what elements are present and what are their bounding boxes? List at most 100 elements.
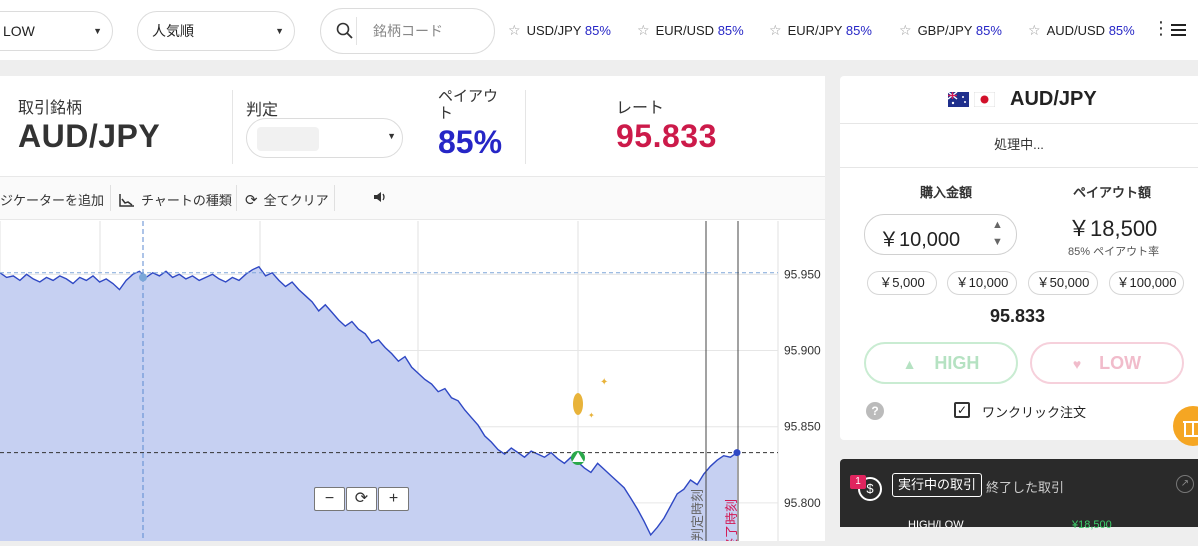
processing-status: 処理中...: [840, 124, 1198, 168]
pair-label: 取引銘柄: [18, 100, 83, 117]
payout-label: ペイアウト: [438, 88, 499, 122]
favorite-payout: 85%: [845, 23, 872, 38]
star-icon[interactable]: ☆: [637, 22, 650, 38]
low-label: LOW: [1099, 353, 1142, 373]
svg-text:✦: ✦: [600, 377, 608, 388]
divider: [232, 90, 233, 164]
selected-pair: AUD/JPY: [18, 118, 161, 154]
judge-time-select[interactable]: ▼: [246, 118, 403, 158]
preset-100000-button[interactable]: ￥100,000: [1109, 271, 1184, 295]
one-click-label: ワンクリック注文: [982, 405, 1087, 420]
y-axis: 95.950 95.900 95.850 95.800: [784, 267, 821, 510]
gift-icon[interactable]: [1173, 406, 1198, 446]
favorite-eurjpy[interactable]: ☆ EUR/JPY 85%: [769, 22, 872, 39]
favorite-pair: AUD/USD: [1046, 23, 1106, 38]
order-select[interactable]: 人気順 ▼: [137, 11, 295, 51]
trades-panel: $ 1 実行中の取引 終了した取引 ↗ HIGH/LOW ¥18,500: [840, 459, 1198, 531]
favorite-payout: 85%: [717, 23, 744, 38]
favorite-payout: 85%: [1108, 23, 1135, 38]
sort-select-value: LOW: [3, 23, 35, 39]
tab-active-trades[interactable]: 実行中の取引: [892, 473, 983, 497]
zoom-out-button[interactable]: −: [314, 487, 345, 511]
current-price-point: [733, 449, 741, 457]
favorite-pair: EUR/JPY: [787, 23, 843, 38]
search-box[interactable]: [320, 8, 495, 54]
high-button[interactable]: ▲ HIGH: [864, 342, 1018, 384]
sort-select[interactable]: LOW ▼: [0, 11, 113, 51]
trade-row-type: HIGH/LOW: [908, 519, 964, 531]
australia-flag-icon: [948, 92, 969, 107]
heart-icon: ♥: [1072, 356, 1082, 372]
star-icon[interactable]: ☆: [1028, 22, 1041, 38]
divider: [525, 90, 526, 164]
zoom-in-button[interactable]: +: [378, 487, 409, 511]
clear-all-button[interactable]: ⟳ 全てクリア: [245, 190, 329, 209]
y-tick-label: 95.850: [784, 420, 821, 434]
search-icon: [336, 22, 353, 39]
entry-marker: [571, 451, 585, 465]
chevron-down-icon: ▼: [387, 131, 396, 141]
favorite-pair: EUR/USD: [655, 23, 715, 38]
low-button[interactable]: ♥ LOW: [1030, 342, 1184, 384]
tab-closed-trades[interactable]: 終了した取引: [986, 477, 1064, 496]
payout-amount-label: ペイアウト額: [1073, 185, 1152, 200]
favorite-usdjpy[interactable]: ☆ USD/JPY 85%: [508, 22, 611, 39]
sound-toggle[interactable]: [373, 190, 389, 207]
star-icon[interactable]: ☆: [769, 22, 782, 38]
payout-rate: 85% ペイアウト率: [1068, 246, 1160, 258]
trade-row-amount: ¥18,500: [1072, 519, 1112, 531]
up-triangle-icon: ▲: [902, 356, 917, 372]
top-bar: LOW ▼ 人気順 ▼ ☆ USD/JPY 85% ☆ EUR/USD 85% ☆ E…: [0, 0, 1198, 60]
chevron-down-icon: ▼: [275, 26, 284, 36]
chart-type-icon: [119, 194, 134, 207]
judge-label: 判定: [246, 102, 279, 119]
y-tick-label: 95.900: [784, 344, 821, 358]
purchase-amount-value[interactable]: ￥10,000: [879, 223, 960, 252]
order-pair: AUD/JPY: [1010, 88, 1097, 110]
favorite-gbpjpy[interactable]: ☆ GBP/JPY 85%: [899, 22, 1002, 39]
more-vertical-icon[interactable]: ⋮: [1152, 18, 1170, 39]
add-indicator-label: ジケーターを追加: [0, 193, 105, 208]
purchase-amount-label: 購入金額: [920, 185, 973, 200]
favorite-payout: 85%: [584, 23, 611, 38]
favorite-audusd[interactable]: ☆ AUD/USD 85%: [1028, 22, 1135, 39]
payout-amount-value: ￥18,500: [1068, 216, 1158, 241]
favorite-pair: USD/JPY: [526, 23, 582, 38]
preset-50000-button[interactable]: ￥50,000: [1028, 271, 1098, 295]
chart-type-label: チャートの種類: [141, 193, 232, 208]
preset-5000-button[interactable]: ￥5,000: [867, 271, 937, 295]
decrease-arrow-icon[interactable]: ▼: [992, 236, 1003, 248]
current-rate: 95.833: [616, 118, 717, 154]
y-tick-label: 95.950: [784, 267, 821, 281]
add-indicator-button[interactable]: ジケーターを追加: [0, 190, 104, 209]
price-chart[interactable]: 95.950 95.900 95.850 95.800 ✦ ✦ 判定時刻 終了時刻: [0, 221, 825, 546]
divider: [110, 185, 111, 211]
search-input[interactable]: [373, 19, 483, 43]
star-icon[interactable]: ☆: [899, 22, 912, 38]
favorite-eurusd[interactable]: ☆ EUR/USD 85%: [637, 22, 744, 39]
chevron-down-icon: ▼: [93, 26, 102, 36]
preset-10000-button[interactable]: ￥10,000: [947, 271, 1017, 295]
payout-value: 85%: [438, 124, 503, 160]
favorite-payout: 85%: [975, 23, 1002, 38]
deadline-label: 判定時刻: [690, 489, 705, 541]
svg-text:✦: ✦: [588, 411, 595, 420]
chart-panel: 取引銘柄 AUD/JPY 判定 ▼ ペイアウト 85% レート 95.833 ジ…: [0, 76, 825, 546]
japan-flag-icon: [974, 92, 995, 107]
hamburger-menu-icon[interactable]: [1171, 24, 1186, 36]
star-icon[interactable]: ☆: [508, 22, 521, 38]
increase-arrow-icon[interactable]: ▲: [992, 219, 1003, 231]
zoom-reset-button[interactable]: ⟳: [346, 487, 377, 511]
active-trades-badge: 1: [850, 475, 866, 489]
order-select-value: 人気順: [152, 23, 194, 39]
search-divider: [356, 17, 357, 45]
favorite-pair: GBP/JPY: [917, 23, 973, 38]
y-tick-label: 95.800: [784, 496, 821, 510]
chart-type-button[interactable]: チャートの種類: [119, 190, 232, 209]
price-chart-svg[interactable]: 95.950 95.900 95.850 95.800 ✦ ✦ 判定時刻 終了時刻: [0, 221, 825, 546]
external-link-icon[interactable]: ↗: [1176, 475, 1194, 493]
chart-toolbar: ジケーターを追加 チャートの種類 ⟳ 全てクリア: [0, 176, 825, 220]
help-icon[interactable]: ?: [866, 402, 884, 420]
purchase-amount-stepper[interactable]: ￥10,000 ▲ ▼: [864, 214, 1017, 255]
one-click-checkbox[interactable]: ✓: [954, 402, 970, 418]
